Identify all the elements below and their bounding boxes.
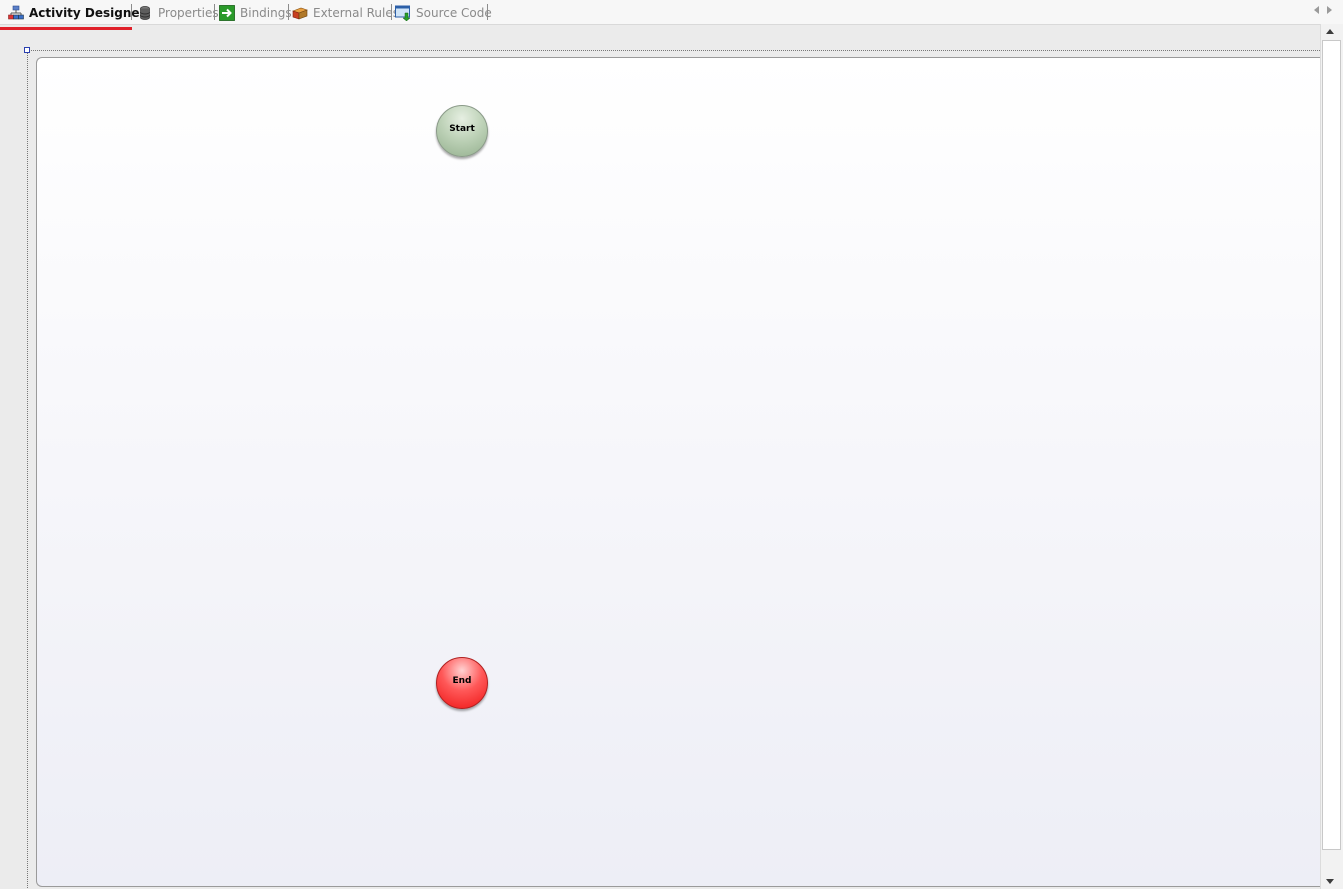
scrollbar-thumb[interactable] (1322, 40, 1341, 850)
activity-designer-window: Activity Designer Properties Bindings Ex… (0, 0, 1343, 889)
tab-separator (131, 4, 132, 20)
vertical-scrollbar[interactable] (1320, 24, 1343, 889)
tab-scroll-left-icon[interactable] (1314, 6, 1319, 14)
start-node[interactable]: Start (436, 105, 488, 157)
bindings-icon (219, 5, 235, 21)
end-node[interactable]: End (436, 657, 488, 709)
start-node-label: Start (449, 124, 475, 134)
tab-label: Source Code (416, 6, 492, 20)
design-surface-left-boundary (27, 50, 28, 889)
activity-canvas[interactable]: Start End (36, 57, 1327, 887)
active-tab-indicator (0, 27, 132, 30)
scroll-up-icon[interactable] (1326, 29, 1334, 34)
tab-strip: Activity Designer Properties Bindings Ex… (0, 0, 1343, 25)
tab-external-rules[interactable]: External Rules (292, 2, 399, 24)
end-node-label: End (452, 676, 472, 686)
tab-properties[interactable]: Properties (137, 2, 219, 24)
tab-label: Properties (158, 6, 219, 20)
scroll-down-icon[interactable] (1326, 879, 1334, 884)
tab-label: Bindings (240, 6, 292, 20)
tab-activity-designer[interactable]: Activity Designer (8, 2, 145, 24)
tab-label: Activity Designer (29, 6, 146, 20)
tab-separator (487, 4, 488, 20)
designer-workspace: Start End (0, 31, 1327, 889)
tab-label: External Rules (313, 6, 399, 20)
tab-separator (214, 4, 215, 20)
activity-designer-icon (8, 5, 24, 20)
tab-bindings[interactable]: Bindings (219, 2, 292, 24)
tab-separator (288, 4, 289, 20)
tab-source-code[interactable]: Source Code (395, 2, 492, 24)
external-rules-icon (292, 7, 308, 20)
design-surface-top-boundary (27, 50, 1320, 51)
tab-separator (391, 4, 392, 20)
tab-scroll-right-icon[interactable] (1327, 6, 1332, 14)
selection-handle[interactable] (24, 47, 30, 53)
source-code-icon (395, 5, 411, 21)
properties-icon (140, 6, 150, 20)
